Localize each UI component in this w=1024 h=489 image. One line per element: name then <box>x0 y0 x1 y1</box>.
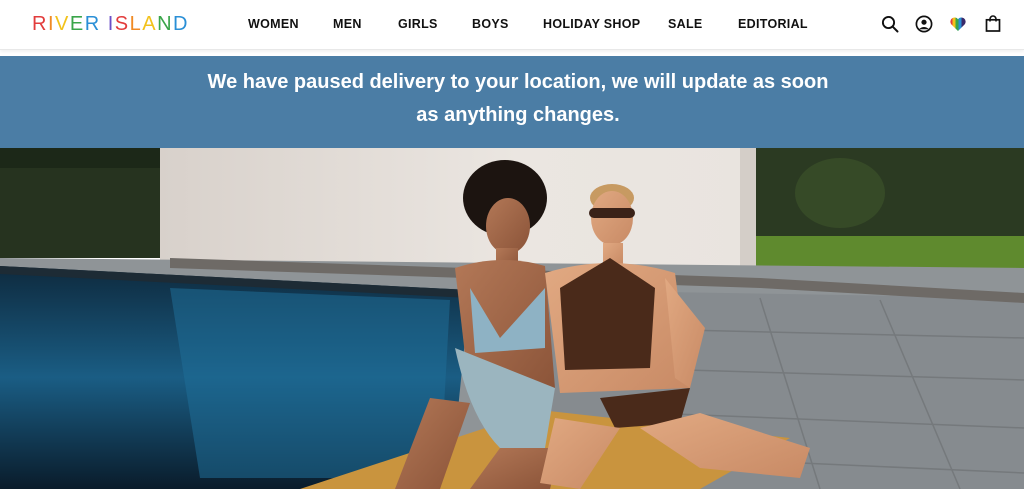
delivery-notice-text: We have paused delivery to your location… <box>207 71 829 126</box>
bag-icon[interactable] <box>983 14 1003 34</box>
logo-letter: R <box>84 13 101 35</box>
search-icon[interactable] <box>880 14 900 34</box>
nav-item-holiday-shop[interactable]: HOLIDAY SHOP <box>543 17 640 31</box>
nav-item-boys[interactable]: BOYS <box>472 17 509 31</box>
logo-letter: S <box>114 13 130 35</box>
nav-item-sale[interactable]: SALE <box>668 17 703 31</box>
logo-letter: D <box>173 13 189 35</box>
logo-letter: I <box>47 13 56 35</box>
logo-letter: I <box>107 13 115 35</box>
nav-item-editorial[interactable]: EDITORIAL <box>738 17 808 31</box>
pride-heart-icon[interactable] <box>948 14 968 34</box>
account-icon[interactable] <box>914 14 934 34</box>
nav-item-girls[interactable]: GIRLS <box>398 17 438 31</box>
logo-letter: N <box>157 13 174 35</box>
delivery-notice-banner: We have paused delivery to your location… <box>0 56 1024 148</box>
poolside-models-photo <box>0 148 1024 489</box>
logo-letter: R <box>32 13 48 35</box>
nav-item-men[interactable]: MEN <box>333 17 362 31</box>
logo-letter: V <box>55 13 70 35</box>
logo-letter: L <box>129 13 143 35</box>
hero-image[interactable] <box>0 148 1024 489</box>
logo-letter: E <box>69 13 85 35</box>
river-island-logo[interactable]: RIVER ISLAND <box>32 13 189 36</box>
logo-letter <box>101 13 108 36</box>
site-header: RIVER ISLAND WOMEN MEN GIRLS BOYS HOLIDA… <box>0 0 1024 50</box>
nav-item-women[interactable]: WOMEN <box>248 17 299 31</box>
logo-letter: A <box>142 13 158 35</box>
